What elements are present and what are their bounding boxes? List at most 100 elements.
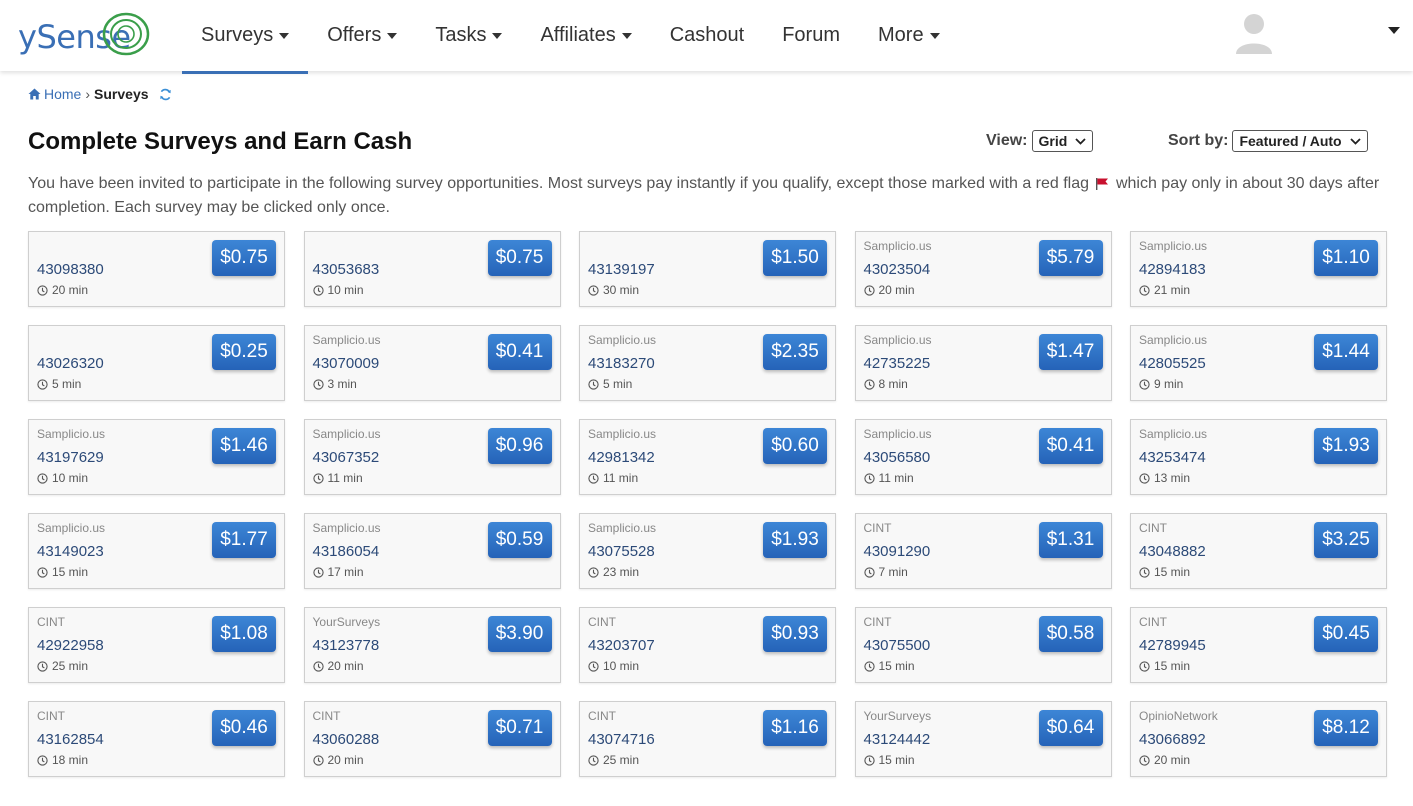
- survey-card[interactable]: CINT 43091290 7 min $1.31: [854, 513, 1112, 589]
- survey-card[interactable]: CINT 43203707 10 min $0.93: [579, 607, 836, 683]
- survey-price-button[interactable]: $1.93: [763, 522, 827, 558]
- survey-card[interactable]: Samplicio.us 43023504 20 min $5.79: [854, 231, 1112, 307]
- survey-card[interactable]: 43026320 5 min $0.25: [28, 325, 285, 401]
- survey-price-button[interactable]: $1.16: [763, 710, 827, 746]
- survey-price-button[interactable]: $1.50: [763, 240, 827, 276]
- survey-id: 43060288: [312, 731, 380, 748]
- survey-price-button[interactable]: $1.10: [1314, 240, 1378, 276]
- survey-id: 42805525: [1139, 355, 1206, 372]
- survey-card[interactable]: CINT 43048882 15 min $3.25: [1130, 513, 1387, 589]
- survey-card[interactable]: YourSurveys 43123778 20 min $3.90: [303, 607, 561, 683]
- survey-card[interactable]: Samplicio.us 43149023 15 min $1.77: [28, 513, 285, 589]
- survey-price-button[interactable]: $0.60: [763, 428, 827, 464]
- survey-duration: 23 min: [588, 565, 639, 579]
- survey-price-button[interactable]: $0.45: [1314, 616, 1378, 652]
- survey-provider: CINT: [1139, 615, 1167, 629]
- survey-id: 43067352: [312, 449, 380, 466]
- chevron-down-icon: [1075, 137, 1086, 145]
- survey-card[interactable]: Samplicio.us 43186054 17 min $0.59: [303, 513, 561, 589]
- survey-card[interactable]: 43098380 20 min $0.75: [28, 231, 285, 307]
- nav-item-tasks[interactable]: Tasks: [416, 0, 521, 71]
- survey-price-button[interactable]: $0.93: [763, 616, 827, 652]
- survey-card[interactable]: Samplicio.us 42981342 11 min $0.60: [579, 419, 836, 495]
- nav-item-affiliates[interactable]: Affiliates: [521, 0, 650, 71]
- survey-provider: Samplicio.us: [863, 239, 932, 253]
- survey-card[interactable]: CINT 43075500 15 min $0.58: [854, 607, 1112, 683]
- survey-price-button[interactable]: $0.64: [1038, 710, 1103, 746]
- survey-card[interactable]: OpinioNetwork 43066892 20 min $8.12: [1130, 701, 1387, 777]
- survey-price-button[interactable]: $0.59: [487, 522, 552, 558]
- survey-card[interactable]: Samplicio.us 43197629 10 min $1.46: [28, 419, 285, 495]
- survey-card[interactable]: CINT 43074716 25 min $1.16: [579, 701, 836, 777]
- clock-icon: [37, 660, 50, 672]
- nav-item-surveys[interactable]: Surveys: [182, 0, 309, 74]
- survey-price-button[interactable]: $0.58: [1038, 616, 1103, 652]
- survey-id: 43056580: [863, 449, 931, 466]
- breadcrumb-home-link[interactable]: Home: [28, 86, 81, 102]
- survey-duration: 25 min: [588, 753, 639, 767]
- survey-price-button[interactable]: $1.93: [1314, 428, 1378, 464]
- survey-price-button[interactable]: $1.47: [1038, 334, 1103, 370]
- survey-card[interactable]: CINT 42922958 25 min $1.08: [28, 607, 285, 683]
- survey-card[interactable]: Samplicio.us 43070009 3 min $0.41: [303, 325, 561, 401]
- survey-duration: 13 min: [1139, 471, 1190, 485]
- survey-card[interactable]: Samplicio.us 43253474 13 min $1.93: [1130, 419, 1387, 495]
- survey-price-button[interactable]: $0.46: [212, 710, 276, 746]
- survey-card[interactable]: Samplicio.us 42735225 8 min $1.47: [854, 325, 1112, 401]
- survey-card[interactable]: Samplicio.us 42894183 21 min $1.10: [1130, 231, 1387, 307]
- refresh-icon[interactable]: [159, 88, 172, 101]
- survey-price-button[interactable]: $2.35: [763, 334, 827, 370]
- survey-provider: CINT: [1139, 521, 1167, 535]
- survey-id: 43091290: [863, 543, 931, 560]
- survey-price-button[interactable]: $5.79: [1038, 240, 1103, 276]
- survey-card[interactable]: Samplicio.us 43075528 23 min $1.93: [579, 513, 836, 589]
- home-icon: [28, 88, 41, 100]
- survey-duration-text: 7 min: [878, 565, 908, 579]
- survey-provider: YourSurveys: [863, 709, 932, 723]
- survey-provider: Samplicio.us: [1139, 239, 1208, 253]
- ysense-logo[interactable]: ySense: [18, 10, 150, 60]
- sort-select[interactable]: Featured / Auto: [1232, 130, 1368, 152]
- survey-card[interactable]: YourSurveys 43124442 15 min $0.64: [854, 701, 1112, 777]
- survey-provider: Samplicio.us: [863, 427, 932, 441]
- description-text-before-flag: You have been invited to participate in …: [28, 175, 1090, 192]
- survey-price-button[interactable]: $0.41: [487, 334, 552, 370]
- survey-card[interactable]: Samplicio.us 43183270 5 min $2.35: [579, 325, 836, 401]
- nav-item-forum[interactable]: Forum: [763, 0, 859, 71]
- nav-item-offers[interactable]: Offers: [308, 0, 416, 71]
- survey-provider: Samplicio.us: [588, 427, 657, 441]
- survey-duration-text: 21 min: [1154, 283, 1191, 297]
- survey-price-button[interactable]: $0.96: [487, 428, 552, 464]
- survey-provider: Samplicio.us: [1139, 333, 1208, 347]
- view-select[interactable]: Grid: [1031, 130, 1094, 152]
- survey-price-button[interactable]: $0.41: [1038, 428, 1103, 464]
- survey-card[interactable]: Samplicio.us 42805525 9 min $1.44: [1130, 325, 1387, 401]
- survey-price-button[interactable]: $1.46: [212, 428, 276, 464]
- survey-card[interactable]: 43139197 30 min $1.50: [579, 231, 836, 307]
- user-avatar-icon[interactable]: [1233, 10, 1275, 54]
- survey-price-button[interactable]: $8.12: [1314, 710, 1378, 746]
- survey-price-button[interactable]: $1.77: [212, 522, 276, 558]
- survey-price-button[interactable]: $0.75: [212, 240, 276, 276]
- survey-card[interactable]: Samplicio.us 43067352 11 min $0.96: [303, 419, 561, 495]
- survey-price-button[interactable]: $1.08: [212, 616, 276, 652]
- survey-price-button[interactable]: $0.71: [487, 710, 552, 746]
- survey-card[interactable]: CINT 43162854 18 min $0.46: [28, 701, 285, 777]
- nav-item-cashout[interactable]: Cashout: [651, 0, 764, 71]
- survey-duration-text: 20 min: [52, 283, 89, 297]
- survey-card[interactable]: CINT 43060288 20 min $0.71: [303, 701, 561, 777]
- survey-card[interactable]: Samplicio.us 43056580 11 min $0.41: [854, 419, 1112, 495]
- survey-duration-text: 10 min: [327, 283, 364, 297]
- survey-card[interactable]: 43053683 10 min $0.75: [303, 231, 561, 307]
- survey-id: 43098380: [37, 261, 104, 278]
- nav-item-more[interactable]: More: [859, 0, 959, 71]
- survey-price-button[interactable]: $0.25: [212, 334, 276, 370]
- survey-price-button[interactable]: $3.90: [487, 616, 552, 652]
- survey-price-button[interactable]: $1.31: [1038, 522, 1103, 558]
- survey-price-button[interactable]: $1.44: [1314, 334, 1378, 370]
- survey-price-button[interactable]: $0.75: [487, 240, 552, 276]
- survey-duration-text: 15 min: [878, 659, 915, 673]
- survey-price-button[interactable]: $3.25: [1314, 522, 1378, 558]
- survey-card[interactable]: CINT 42789945 15 min $0.45: [1130, 607, 1387, 683]
- user-menu-caret-icon[interactable]: [1388, 27, 1400, 34]
